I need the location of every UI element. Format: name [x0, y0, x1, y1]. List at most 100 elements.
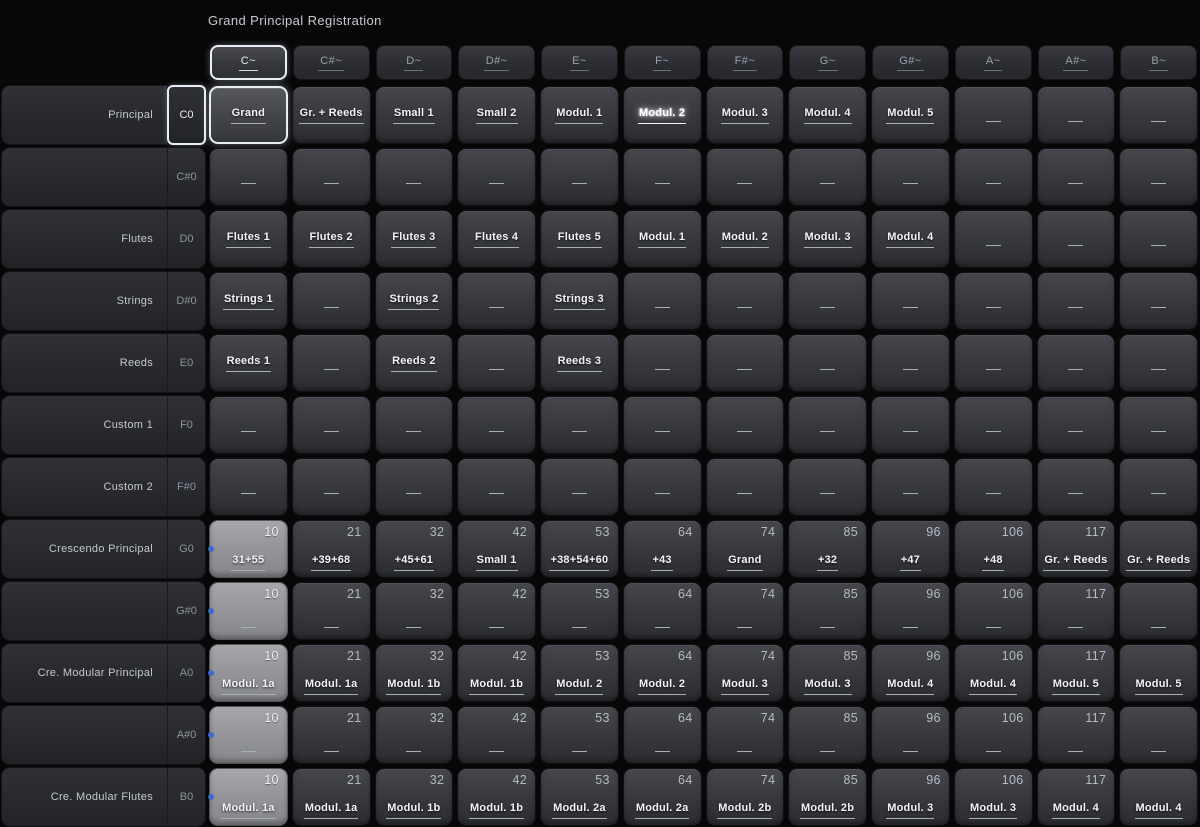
- preset-cell-ds0-8[interactable]: [871, 272, 950, 330]
- crescendo-cell-g0-6[interactable]: 74Grand: [706, 520, 785, 578]
- crescendo-cell-b0-5[interactable]: 64Modul. 2a: [623, 768, 702, 826]
- crescendo-cell-gs0-11[interactable]: [1119, 582, 1198, 640]
- crescendo-cell-g0-8[interactable]: 96+47: [871, 520, 950, 578]
- preset-cell-cs0-6[interactable]: [706, 148, 785, 206]
- preset-cell-c0-7[interactable]: Modul. 4: [788, 86, 867, 144]
- crescendo-cell-a0-0[interactable]: 10Modul. 1a: [209, 644, 288, 702]
- crescendo-cell-g0-11[interactable]: Gr. + Reeds: [1119, 520, 1198, 578]
- crescendo-cell-gs0-0[interactable]: 10: [209, 582, 288, 640]
- crescendo-cell-a0-1[interactable]: 21Modul. 1a: [292, 644, 371, 702]
- preset-cell-e0-11[interactable]: [1119, 334, 1198, 392]
- crescendo-cell-b0-0[interactable]: 10Modul. 1a: [209, 768, 288, 826]
- crescendo-cell-b0-6[interactable]: 74Modul. 2b: [706, 768, 785, 826]
- preset-cell-e0-7[interactable]: [788, 334, 867, 392]
- preset-cell-f0-6[interactable]: [706, 396, 785, 454]
- column-header-g[interactable]: G~: [789, 45, 866, 80]
- preset-cell-c0-11[interactable]: [1119, 86, 1198, 144]
- preset-cell-c0-2[interactable]: Small 1: [375, 86, 454, 144]
- crescendo-cell-a0-3[interactable]: 42Modul. 1b: [457, 644, 536, 702]
- preset-cell-ds0-4[interactable]: Strings 3: [540, 272, 619, 330]
- preset-cell-cs0-10[interactable]: [1037, 148, 1116, 206]
- column-header-as[interactable]: A#~: [1038, 45, 1115, 80]
- crescendo-cell-gs0-3[interactable]: 42: [457, 582, 536, 640]
- preset-cell-ds0-6[interactable]: [706, 272, 785, 330]
- crescendo-cell-gs0-6[interactable]: 74: [706, 582, 785, 640]
- preset-cell-fs0-8[interactable]: [871, 458, 950, 516]
- crescendo-cell-as0-1[interactable]: 21: [292, 706, 371, 764]
- crescendo-cell-a0-8[interactable]: 96Modul. 4: [871, 644, 950, 702]
- crescendo-cell-as0-11[interactable]: [1119, 706, 1198, 764]
- preset-cell-e0-4[interactable]: Reeds 3: [540, 334, 619, 392]
- preset-cell-e0-0[interactable]: Reeds 1: [209, 334, 288, 392]
- preset-cell-d0-1[interactable]: Flutes 2: [292, 210, 371, 268]
- preset-cell-fs0-4[interactable]: [540, 458, 619, 516]
- crescendo-cell-as0-9[interactable]: 106: [954, 706, 1033, 764]
- crescendo-cell-as0-2[interactable]: 32: [375, 706, 454, 764]
- preset-cell-d0-5[interactable]: Modul. 1: [623, 210, 702, 268]
- crescendo-cell-a0-10[interactable]: 117Modul. 5: [1037, 644, 1116, 702]
- preset-cell-fs0-1[interactable]: [292, 458, 371, 516]
- preset-cell-cs0-2[interactable]: [375, 148, 454, 206]
- crescendo-cell-as0-3[interactable]: 42: [457, 706, 536, 764]
- crescendo-cell-g0-1[interactable]: 21+39+68: [292, 520, 371, 578]
- preset-cell-cs0-0[interactable]: [209, 148, 288, 206]
- preset-cell-ds0-9[interactable]: [954, 272, 1033, 330]
- preset-cell-d0-0[interactable]: Flutes 1: [209, 210, 288, 268]
- preset-cell-e0-9[interactable]: [954, 334, 1033, 392]
- preset-cell-cs0-7[interactable]: [788, 148, 867, 206]
- preset-cell-c0-8[interactable]: Modul. 5: [871, 86, 950, 144]
- crescendo-cell-gs0-9[interactable]: 106: [954, 582, 1033, 640]
- preset-cell-fs0-2[interactable]: [375, 458, 454, 516]
- preset-cell-f0-9[interactable]: [954, 396, 1033, 454]
- crescendo-cell-b0-2[interactable]: 32Modul. 1b: [375, 768, 454, 826]
- crescendo-cell-a0-4[interactable]: 53Modul. 2: [540, 644, 619, 702]
- crescendo-cell-b0-3[interactable]: 42Modul. 1b: [457, 768, 536, 826]
- preset-cell-ds0-1[interactable]: [292, 272, 371, 330]
- column-header-a[interactable]: A~: [955, 45, 1032, 80]
- preset-cell-cs0-1[interactable]: [292, 148, 371, 206]
- crescendo-cell-a0-9[interactable]: 106Modul. 4: [954, 644, 1033, 702]
- preset-cell-fs0-7[interactable]: [788, 458, 867, 516]
- preset-cell-f0-5[interactable]: [623, 396, 702, 454]
- preset-cell-cs0-3[interactable]: [457, 148, 536, 206]
- crescendo-cell-gs0-7[interactable]: 85: [788, 582, 867, 640]
- preset-cell-c0-5[interactable]: Modul. 2: [623, 86, 702, 144]
- preset-cell-f0-7[interactable]: [788, 396, 867, 454]
- crescendo-cell-as0-4[interactable]: 53: [540, 706, 619, 764]
- column-header-d[interactable]: D~: [376, 45, 453, 80]
- preset-cell-d0-2[interactable]: Flutes 3: [375, 210, 454, 268]
- preset-cell-d0-7[interactable]: Modul. 3: [788, 210, 867, 268]
- preset-cell-d0-3[interactable]: Flutes 4: [457, 210, 536, 268]
- column-header-gs[interactable]: G#~: [872, 45, 949, 80]
- crescendo-cell-b0-11[interactable]: Modul. 4: [1119, 768, 1198, 826]
- preset-cell-e0-10[interactable]: [1037, 334, 1116, 392]
- crescendo-cell-gs0-5[interactable]: 64: [623, 582, 702, 640]
- preset-cell-c0-1[interactable]: Gr. + Reeds: [292, 86, 371, 144]
- preset-cell-d0-6[interactable]: Modul. 2: [706, 210, 785, 268]
- crescendo-cell-b0-10[interactable]: 117Modul. 4: [1037, 768, 1116, 826]
- preset-cell-cs0-9[interactable]: [954, 148, 1033, 206]
- crescendo-cell-as0-0[interactable]: 10: [209, 706, 288, 764]
- preset-cell-c0-4[interactable]: Modul. 1: [540, 86, 619, 144]
- preset-cell-f0-1[interactable]: [292, 396, 371, 454]
- preset-cell-ds0-0[interactable]: Strings 1: [209, 272, 288, 330]
- crescendo-cell-gs0-1[interactable]: 21: [292, 582, 371, 640]
- preset-cell-e0-2[interactable]: Reeds 2: [375, 334, 454, 392]
- crescendo-cell-as0-7[interactable]: 85: [788, 706, 867, 764]
- preset-cell-f0-10[interactable]: [1037, 396, 1116, 454]
- preset-cell-ds0-3[interactable]: [457, 272, 536, 330]
- crescendo-cell-as0-10[interactable]: 117: [1037, 706, 1116, 764]
- crescendo-cell-gs0-4[interactable]: 53: [540, 582, 619, 640]
- crescendo-cell-g0-10[interactable]: 117Gr. + Reeds: [1037, 520, 1116, 578]
- preset-cell-fs0-0[interactable]: [209, 458, 288, 516]
- crescendo-cell-a0-7[interactable]: 85Modul. 3: [788, 644, 867, 702]
- preset-cell-fs0-6[interactable]: [706, 458, 785, 516]
- preset-cell-fs0-5[interactable]: [623, 458, 702, 516]
- crescendo-cell-b0-8[interactable]: 96Modul. 3: [871, 768, 950, 826]
- preset-cell-c0-3[interactable]: Small 2: [457, 86, 536, 144]
- preset-cell-c0-6[interactable]: Modul. 3: [706, 86, 785, 144]
- column-header-e[interactable]: E~: [541, 45, 618, 80]
- preset-cell-ds0-10[interactable]: [1037, 272, 1116, 330]
- preset-cell-f0-0[interactable]: [209, 396, 288, 454]
- preset-cell-f0-4[interactable]: [540, 396, 619, 454]
